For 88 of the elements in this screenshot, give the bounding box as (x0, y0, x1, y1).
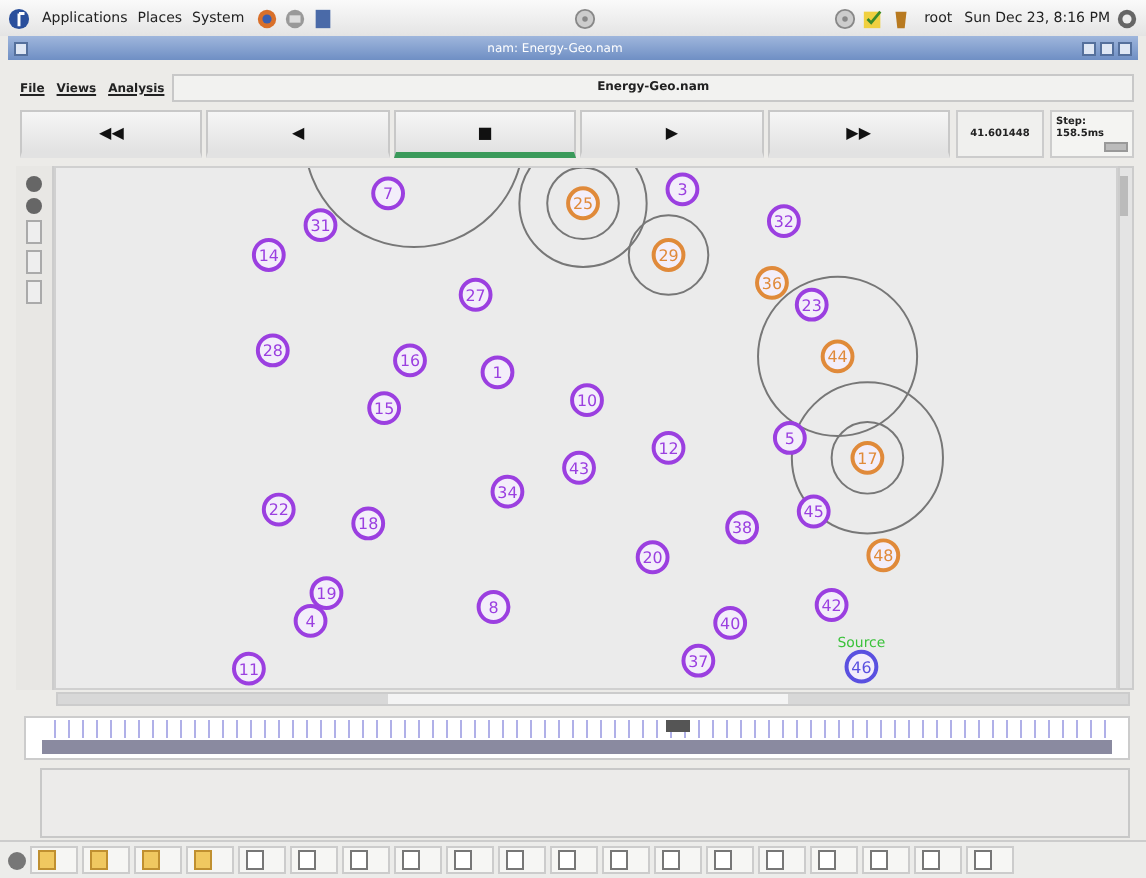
network-node[interactable]: 23 (794, 287, 829, 322)
taskbar-button[interactable] (186, 846, 234, 874)
network-node[interactable]: 15 (367, 391, 402, 425)
window-icon (506, 850, 524, 870)
taskbar-button[interactable] (82, 846, 130, 874)
taskbar-button[interactable] (654, 846, 702, 874)
taskbar-button[interactable] (758, 846, 806, 874)
window-icon (246, 850, 264, 870)
vertical-scrollbar[interactable] (1118, 166, 1134, 690)
taskbar-button[interactable] (810, 846, 858, 874)
taskbar-button[interactable] (342, 846, 390, 874)
network-node[interactable]: 14 (251, 238, 286, 272)
network-node[interactable]: 32 (766, 204, 801, 239)
taskbar-button[interactable] (602, 846, 650, 874)
disc-icon (573, 7, 596, 29)
power-icon[interactable] (1116, 7, 1138, 29)
network-node[interactable]: 16 (393, 343, 427, 378)
network-node[interactable]: 28 (255, 333, 290, 368)
window-icon (870, 850, 888, 870)
network-node[interactable]: 45 (796, 494, 831, 529)
time-marker[interactable] (666, 720, 690, 732)
network-node[interactable]: 27 (458, 277, 493, 312)
taskbar-button[interactable] (498, 846, 546, 874)
network-node[interactable]: 8 (476, 590, 511, 624)
network-node[interactable]: 40 (713, 606, 748, 640)
network-node[interactable]: 18 (351, 506, 386, 541)
network-node[interactable]: 34 (490, 474, 525, 509)
network-node[interactable]: 29 (651, 238, 686, 272)
network-node[interactable]: 4 (293, 604, 328, 638)
network-node[interactable]: 38 (725, 510, 759, 545)
network-node[interactable]: 1 (480, 355, 515, 390)
playback-button[interactable]: ◀◀ (20, 110, 203, 158)
window-icon (558, 850, 576, 870)
folder-icon (142, 850, 160, 870)
window-icon (402, 850, 420, 870)
network-node[interactable]: 22 (261, 492, 296, 527)
folder-icon (90, 850, 108, 870)
network-node[interactable]: 3 (665, 172, 700, 207)
window-icon (818, 850, 836, 870)
window-icon (350, 850, 368, 870)
browser-icon[interactable] (256, 7, 279, 29)
taskbar-button[interactable] (966, 846, 1014, 874)
taskbar-button[interactable] (30, 846, 78, 874)
taskbar-button[interactable] (706, 846, 754, 874)
taskbar-button[interactable] (446, 846, 494, 874)
disc-icon (834, 7, 857, 29)
network-node[interactable]: 42 (814, 588, 849, 622)
window-icon (714, 850, 732, 870)
taskbar-button[interactable] (862, 846, 910, 874)
folder-icon (194, 850, 212, 870)
window-icon (922, 850, 940, 870)
horizontal-scrollbar[interactable] (56, 692, 1130, 706)
window-icon (454, 850, 472, 870)
network-node[interactable]: 11 (232, 651, 266, 686)
playback-button[interactable]: ■ (393, 110, 577, 158)
network-node[interactable]: 48 (866, 538, 901, 573)
taskbar-button[interactable] (394, 846, 442, 874)
network-node[interactable]: 7 (371, 176, 406, 211)
network-node[interactable]: 36 (755, 265, 789, 300)
network-node[interactable]: 31 (303, 208, 338, 243)
playback-button[interactable]: ▶▶ (767, 110, 951, 158)
playback-button[interactable]: ◀ (206, 110, 390, 158)
taskbar-button[interactable] (290, 846, 338, 874)
network-node[interactable]: 44 (820, 339, 855, 374)
taskbar-button[interactable] (134, 846, 182, 874)
network-node[interactable]: 20 (635, 540, 670, 575)
network-node[interactable]: 46 (844, 649, 879, 684)
network-node[interactable]: 43 (562, 450, 596, 485)
window-icon (766, 850, 784, 870)
window-icon (974, 850, 992, 870)
document-icon[interactable] (312, 7, 335, 29)
notes-icon[interactable] (862, 7, 885, 29)
window-icon (298, 850, 316, 870)
timeline[interactable] (24, 716, 1130, 760)
network-node[interactable]: 5 (772, 421, 807, 455)
playback-button[interactable]: ▶ (580, 110, 764, 158)
window-icon (662, 850, 680, 870)
taskbar-button[interactable] (914, 846, 962, 874)
logo-icon[interactable] (8, 7, 30, 29)
network-node[interactable]: 37 (681, 643, 716, 678)
taskbar-button[interactable] (238, 846, 286, 874)
network-node[interactable]: 10 (570, 383, 604, 418)
taskbar-button[interactable] (550, 846, 598, 874)
network-node[interactable]: 12 (651, 431, 686, 465)
network-node[interactable]: 25 (566, 186, 600, 221)
network-node[interactable]: 17 (850, 440, 885, 475)
window-icon (610, 850, 628, 870)
folder-icon (38, 850, 56, 870)
